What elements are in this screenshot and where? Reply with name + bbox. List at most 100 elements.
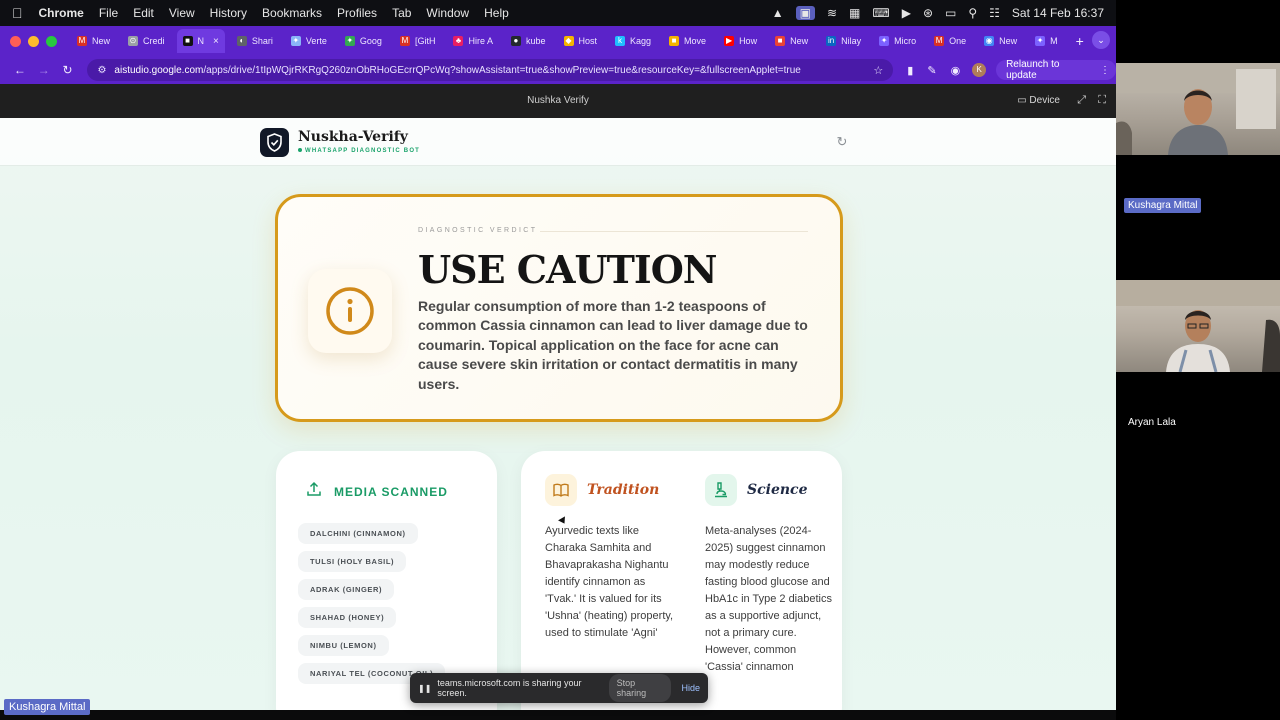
menu-bookmarks[interactable]: Bookmarks bbox=[262, 6, 322, 20]
browser-tab[interactable]: ♣ Hire A bbox=[447, 29, 499, 53]
participant-video-1[interactable] bbox=[1116, 63, 1280, 155]
tab-search-button[interactable]: ⌄ bbox=[1092, 31, 1110, 49]
address-url[interactable]: aistudio.google.com/apps/drive/1tIpWQjrR… bbox=[114, 65, 873, 76]
tab-label: How bbox=[739, 36, 758, 46]
browser-tab[interactable]: ▶ How bbox=[718, 29, 763, 53]
ingredient-chip: TULSI (HOLY BASIL) bbox=[298, 551, 407, 572]
tab-label: Move bbox=[684, 36, 707, 46]
menu-file[interactable]: File bbox=[99, 6, 118, 20]
forward-button[interactable]: → bbox=[32, 63, 56, 77]
tab-favicon-icon: ✦ bbox=[290, 36, 301, 46]
reload-button[interactable]: ↻ bbox=[56, 63, 80, 77]
menu-edit[interactable]: Edit bbox=[133, 6, 154, 20]
browser-tab[interactable]: in Nilay bbox=[820, 29, 867, 53]
menu-tab[interactable]: Tab bbox=[392, 6, 411, 20]
expand-icon[interactable]: ⤢ bbox=[1077, 94, 1086, 107]
tab-favicon-icon: ⊙ bbox=[128, 36, 139, 46]
browser-tab[interactable]: ✦ M bbox=[1029, 29, 1064, 53]
bluetooth-icon[interactable]: ⊛ bbox=[923, 6, 933, 20]
menu-window[interactable]: Window bbox=[426, 6, 469, 20]
pause-icon: ❚❚ bbox=[418, 683, 432, 693]
science-text: Meta-analyses (2024-2025) suggest cinnam… bbox=[705, 525, 832, 673]
menu-extras: ▲ ▣ ≋ ▦ ⌨ ▶ ⊛ ▭ ⚲ ☷ Sat 14 Feb 16:37 bbox=[772, 0, 1104, 26]
browser-tab[interactable]: ■ N × bbox=[176, 29, 225, 53]
browser-tab[interactable]: ✦ Verte bbox=[285, 29, 333, 53]
control-center-icon[interactable]: ☷ bbox=[989, 6, 1000, 20]
close-window-button[interactable] bbox=[10, 35, 21, 47]
browser-tab[interactable]: ● kube bbox=[505, 29, 552, 53]
tab-close-icon[interactable]: × bbox=[213, 36, 219, 47]
zoom-window-button[interactable] bbox=[46, 35, 57, 47]
site-info-icon[interactable]: ⚙ bbox=[97, 65, 106, 76]
menu-help[interactable]: Help bbox=[484, 6, 509, 20]
media-scanned-label: MEDIA SCANNED bbox=[334, 484, 448, 499]
menu-profiles[interactable]: Profiles bbox=[337, 6, 377, 20]
app-header: Nuskha-Verify WHATSAPP DIAGNOSTIC BOT ↻ bbox=[0, 118, 1116, 166]
tab-favicon-icon: k bbox=[615, 36, 626, 46]
video-call-panel: Kushagra Mittal Aryan Lala bbox=[1116, 0, 1280, 720]
browser-tab[interactable]: ◐ Shari bbox=[231, 29, 279, 53]
ingredient-row: ADRAK (GINGER) bbox=[298, 579, 445, 607]
browser-tab[interactable]: ✦ Micro bbox=[873, 29, 922, 53]
reset-button[interactable]: ↻ bbox=[831, 131, 853, 153]
macos-menu-bar:  Chrome File Edit View History Bookmark… bbox=[0, 0, 1116, 26]
fullscreen-icon[interactable]: ⛶ bbox=[1098, 94, 1106, 107]
profile-avatar[interactable]: K bbox=[972, 63, 987, 77]
hide-button[interactable]: Hide bbox=[681, 683, 700, 693]
screen-share-status-icon[interactable]: ▣ bbox=[795, 6, 815, 20]
tab-favicon-icon: M bbox=[399, 36, 410, 46]
browser-tab[interactable]: ■ New bbox=[769, 29, 814, 53]
brand-tagline: WHATSAPP DIAGNOSTIC BOT bbox=[298, 148, 420, 154]
tab-label: Verte bbox=[305, 36, 327, 46]
menu-history[interactable]: History bbox=[210, 6, 247, 20]
play-icon[interactable]: ▶ bbox=[902, 6, 911, 20]
relaunch-button[interactable]: Relaunch to update ⋮ bbox=[996, 59, 1116, 81]
tab-label: [GitH bbox=[414, 36, 436, 46]
browser-tab[interactable]: k Kagg bbox=[609, 29, 657, 53]
browser-tab[interactable]: ◆ Host bbox=[558, 29, 604, 53]
battery-icon[interactable]: ▭ bbox=[945, 6, 956, 20]
extensions-puzzle-icon[interactable]: ✎ bbox=[927, 64, 936, 77]
ingredient-chip: NIMBU (LEMON) bbox=[298, 635, 389, 656]
stop-sharing-button[interactable]: Stop sharing bbox=[608, 674, 672, 702]
keyboard-icon[interactable]: ⌨ bbox=[872, 6, 889, 20]
new-tab-button[interactable]: + bbox=[1076, 33, 1084, 49]
extension-icon[interactable]: ▮ bbox=[907, 64, 913, 77]
ingredient-chip: ADRAK (GINGER) bbox=[298, 579, 395, 600]
control-icon[interactable]: ▦ bbox=[849, 6, 860, 20]
media-scanned-header: MEDIA SCANNED bbox=[306, 481, 448, 502]
ingredient-chip: SHAHAD (HONEY) bbox=[298, 607, 397, 628]
science-column: Science Meta-analyses (2024-2025) sugges… bbox=[705, 473, 835, 676]
menu-view[interactable]: View bbox=[169, 6, 195, 20]
browser-tab[interactable]: M New bbox=[71, 29, 116, 53]
wifi-icon[interactable]: ≋ bbox=[827, 6, 837, 20]
apple-icon[interactable]:  bbox=[12, 5, 23, 21]
brand-name: Nuskha-Verify bbox=[298, 129, 408, 145]
tab-favicon-icon: ◆ bbox=[563, 36, 574, 46]
clock[interactable]: Sat 14 Feb 16:37 bbox=[1012, 6, 1104, 20]
sync-icon[interactable]: ◉ bbox=[951, 64, 961, 77]
browser-tab[interactable]: ■ Move bbox=[663, 29, 712, 53]
self-name-tag: Kushagra Mittal bbox=[4, 699, 91, 715]
browser-tab[interactable]: ✦ Goog bbox=[339, 29, 388, 53]
device-toggle[interactable]: ▭ Device bbox=[1017, 95, 1060, 106]
kebab-menu-icon[interactable]: ⋮ bbox=[1100, 65, 1110, 76]
browser-tab-strip: M New ⊙ Credi ■ N × ◐ Shari ✦ Verte ✦ Goog M [GitH ♣ Hir… bbox=[0, 26, 1116, 56]
spotlight-search-icon[interactable]: ⚲ bbox=[968, 6, 977, 20]
minimize-window-button[interactable] bbox=[28, 35, 39, 47]
browser-tab[interactable]: ◉ New bbox=[978, 29, 1023, 53]
back-button[interactable]: ← bbox=[8, 63, 32, 77]
verdict-card: DIAGNOSTIC VERDICT USE CAUTION Regular c… bbox=[275, 194, 843, 422]
tab-favicon-icon: ◐ bbox=[236, 36, 247, 46]
browser-tab[interactable]: M [GitH bbox=[394, 29, 442, 53]
device-label: Device bbox=[1029, 95, 1060, 106]
menu-app-name[interactable]: Chrome bbox=[39, 6, 84, 20]
browser-tab[interactable]: ⊙ Credi bbox=[122, 29, 171, 53]
notification-icon[interactable]: ▲ bbox=[772, 6, 784, 20]
address-bar[interactable]: ⚙ aistudio.google.com/apps/drive/1tIpWQj… bbox=[87, 59, 894, 81]
tradition-title: Tradition bbox=[587, 482, 660, 498]
browser-tab[interactable]: M One bbox=[928, 29, 972, 53]
bookmark-star-icon[interactable]: ☆ bbox=[873, 64, 883, 77]
info-icon bbox=[308, 269, 392, 353]
participant-video-2[interactable] bbox=[1116, 280, 1280, 372]
